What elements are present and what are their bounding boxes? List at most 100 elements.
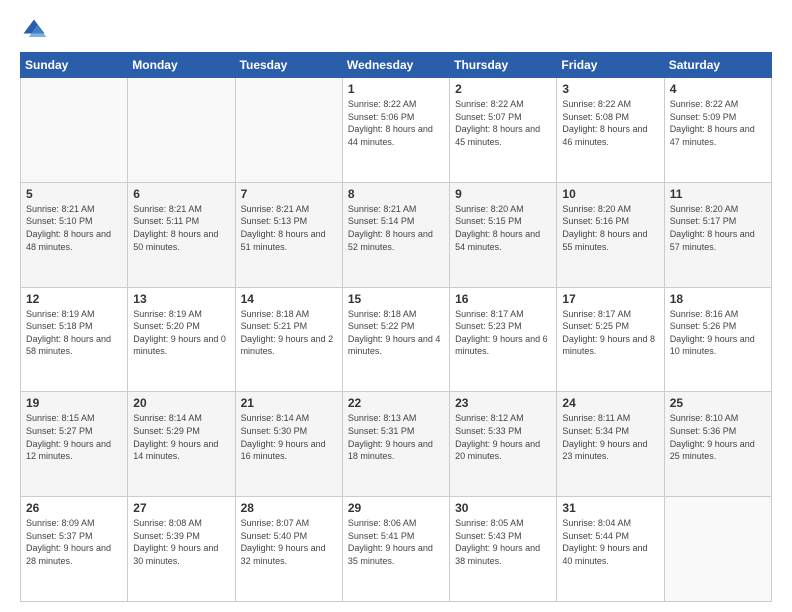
day-cell: 12 Sunrise: 8:19 AM Sunset: 5:18 PM Dayli… [21, 287, 128, 392]
day-header-sunday: Sunday [21, 53, 128, 78]
day-info: Sunrise: 8:21 AM Sunset: 5:13 PM Dayligh… [241, 203, 337, 253]
day-number: 2 [455, 82, 551, 96]
day-info: Sunrise: 8:21 AM Sunset: 5:10 PM Dayligh… [26, 203, 122, 253]
day-cell: 13Sunrise: 8:19 AM Sunset: 5:20 PM Dayli… [128, 287, 235, 392]
day-number: 6 [133, 187, 229, 201]
day-number: 25 [670, 396, 766, 410]
day-cell: 26 Sunrise: 8:09 AM Sunset: 5:37 PM Dayli… [21, 497, 128, 602]
day-cell: 20 Sunrise: 8:14 AM Sunset: 5:29 PM Dayli… [128, 392, 235, 497]
day-cell [128, 78, 235, 183]
day-number: 9 [455, 187, 551, 201]
day-number: 20 [133, 396, 229, 410]
day-cell [235, 78, 342, 183]
logo [20, 16, 52, 44]
day-number: 26 [26, 501, 122, 515]
day-number: 3 [562, 82, 658, 96]
day-number: 16 [455, 292, 551, 306]
day-info: Sunrise: 8:22 AM Sunset: 5:08 PM Dayligh… [562, 98, 658, 148]
day-info: Sunrise: 8:06 AM Sunset: 5:41 PM Dayligh… [348, 517, 444, 567]
day-cell: 29 Sunrise: 8:06 AM Sunset: 5:41 PM Dayli… [342, 497, 449, 602]
day-cell: 23Sunrise: 8:12 AM Sunset: 5:33 PM Dayli… [450, 392, 557, 497]
day-info: Sunrise: 8:15 AM Sunset: 5:27 PM Dayligh… [26, 412, 122, 462]
day-cell [21, 78, 128, 183]
week-row-3: 12 Sunrise: 8:19 AM Sunset: 5:18 PM Dayli… [21, 287, 772, 392]
day-cell: 22 Sunrise: 8:13 AM Sunset: 5:31 PM Dayli… [342, 392, 449, 497]
day-info: Sunrise: 8:20 AM Sunset: 5:17 PM Dayligh… [670, 203, 766, 253]
day-cell: 2 Sunrise: 8:22 AM Sunset: 5:07 PM Daylig… [450, 78, 557, 183]
day-info: Sunrise: 8:13 AM Sunset: 5:31 PM Dayligh… [348, 412, 444, 462]
day-cell: 14 Sunrise: 8:18 AM Sunset: 5:21 PM Dayli… [235, 287, 342, 392]
day-cell [664, 497, 771, 602]
day-info: Sunrise: 8:22 AM Sunset: 5:06 PM Dayligh… [348, 98, 444, 148]
day-cell: 5 Sunrise: 8:21 AM Sunset: 5:10 PM Daylig… [21, 182, 128, 287]
day-number: 18 [670, 292, 766, 306]
day-header-saturday: Saturday [664, 53, 771, 78]
day-cell: 3 Sunrise: 8:22 AM Sunset: 5:08 PM Daylig… [557, 78, 664, 183]
day-number: 29 [348, 501, 444, 515]
day-info: Sunrise: 8:10 AM Sunset: 5:36 PM Dayligh… [670, 412, 766, 462]
day-header-thursday: Thursday [450, 53, 557, 78]
day-cell: 7 Sunrise: 8:21 AM Sunset: 5:13 PM Daylig… [235, 182, 342, 287]
day-info: Sunrise: 8:07 AM Sunset: 5:40 PM Dayligh… [241, 517, 337, 567]
calendar: SundayMondayTuesdayWednesdayThursdayFrid… [20, 52, 772, 602]
day-info: Sunrise: 8:17 AM Sunset: 5:23 PM Dayligh… [455, 308, 551, 358]
day-info: Sunrise: 8:19 AM Sunset: 5:18 PM Dayligh… [26, 308, 122, 358]
day-cell: 6 Sunrise: 8:21 AM Sunset: 5:11 PM Daylig… [128, 182, 235, 287]
day-number: 15 [348, 292, 444, 306]
day-info: Sunrise: 8:08 AM Sunset: 5:39 PM Dayligh… [133, 517, 229, 567]
day-number: 31 [562, 501, 658, 515]
day-number: 19 [26, 396, 122, 410]
week-row-4: 19 Sunrise: 8:15 AM Sunset: 5:27 PM Dayli… [21, 392, 772, 497]
day-cell: 9 Sunrise: 8:20 AM Sunset: 5:15 PM Daylig… [450, 182, 557, 287]
day-info: Sunrise: 8:20 AM Sunset: 5:16 PM Dayligh… [562, 203, 658, 253]
day-cell: 24 Sunrise: 8:11 AM Sunset: 5:34 PM Dayli… [557, 392, 664, 497]
day-header-wednesday: Wednesday [342, 53, 449, 78]
day-number: 22 [348, 396, 444, 410]
day-cell: 15 Sunrise: 8:18 AM Sunset: 5:22 PM Dayli… [342, 287, 449, 392]
day-cell: 4 Sunrise: 8:22 AM Sunset: 5:09 PM Daylig… [664, 78, 771, 183]
page: SundayMondayTuesdayWednesdayThursdayFrid… [0, 0, 792, 612]
day-info: Sunrise: 8:22 AM Sunset: 5:07 PM Dayligh… [455, 98, 551, 148]
day-number: 17 [562, 292, 658, 306]
week-row-1: 1 Sunrise: 8:22 AM Sunset: 5:06 PM Daylig… [21, 78, 772, 183]
day-info: Sunrise: 8:17 AM Sunset: 5:25 PM Dayligh… [562, 308, 658, 358]
calendar-body: 1 Sunrise: 8:22 AM Sunset: 5:06 PM Daylig… [21, 78, 772, 602]
day-number: 21 [241, 396, 337, 410]
day-cell: 25 Sunrise: 8:10 AM Sunset: 5:36 PM Dayli… [664, 392, 771, 497]
day-number: 30 [455, 501, 551, 515]
day-number: 23 [455, 396, 551, 410]
week-row-5: 26 Sunrise: 8:09 AM Sunset: 5:37 PM Dayli… [21, 497, 772, 602]
day-header-tuesday: Tuesday [235, 53, 342, 78]
day-number: 4 [670, 82, 766, 96]
day-info: Sunrise: 8:18 AM Sunset: 5:22 PM Dayligh… [348, 308, 444, 358]
day-info: Sunrise: 8:09 AM Sunset: 5:37 PM Dayligh… [26, 517, 122, 567]
header-row: SundayMondayTuesdayWednesdayThursdayFrid… [21, 53, 772, 78]
day-number: 7 [241, 187, 337, 201]
day-number: 12 [26, 292, 122, 306]
day-info: Sunrise: 8:16 AM Sunset: 5:26 PM Dayligh… [670, 308, 766, 358]
day-info: Sunrise: 8:20 AM Sunset: 5:15 PM Dayligh… [455, 203, 551, 253]
day-info: Sunrise: 8:21 AM Sunset: 5:11 PM Dayligh… [133, 203, 229, 253]
day-number: 5 [26, 187, 122, 201]
day-number: 8 [348, 187, 444, 201]
day-info: Sunrise: 8:18 AM Sunset: 5:21 PM Dayligh… [241, 308, 337, 358]
day-info: Sunrise: 8:04 AM Sunset: 5:44 PM Dayligh… [562, 517, 658, 567]
day-info: Sunrise: 8:05 AM Sunset: 5:43 PM Dayligh… [455, 517, 551, 567]
day-cell: 1 Sunrise: 8:22 AM Sunset: 5:06 PM Daylig… [342, 78, 449, 183]
day-cell: 16 Sunrise: 8:17 AM Sunset: 5:23 PM Dayli… [450, 287, 557, 392]
day-info: Sunrise: 8:21 AM Sunset: 5:14 PM Dayligh… [348, 203, 444, 253]
day-info: Sunrise: 8:22 AM Sunset: 5:09 PM Dayligh… [670, 98, 766, 148]
day-header-monday: Monday [128, 53, 235, 78]
day-cell: 11Sunrise: 8:20 AM Sunset: 5:17 PM Dayli… [664, 182, 771, 287]
day-number: 14 [241, 292, 337, 306]
day-info: Sunrise: 8:14 AM Sunset: 5:29 PM Dayligh… [133, 412, 229, 462]
day-cell: 18 Sunrise: 8:16 AM Sunset: 5:26 PM Dayli… [664, 287, 771, 392]
day-cell: 8 Sunrise: 8:21 AM Sunset: 5:14 PM Daylig… [342, 182, 449, 287]
logo-icon [20, 16, 48, 44]
day-number: 24 [562, 396, 658, 410]
day-cell: 28 Sunrise: 8:07 AM Sunset: 5:40 PM Dayli… [235, 497, 342, 602]
day-number: 28 [241, 501, 337, 515]
day-info: Sunrise: 8:11 AM Sunset: 5:34 PM Dayligh… [562, 412, 658, 462]
day-number: 1 [348, 82, 444, 96]
day-cell: 19 Sunrise: 8:15 AM Sunset: 5:27 PM Dayli… [21, 392, 128, 497]
